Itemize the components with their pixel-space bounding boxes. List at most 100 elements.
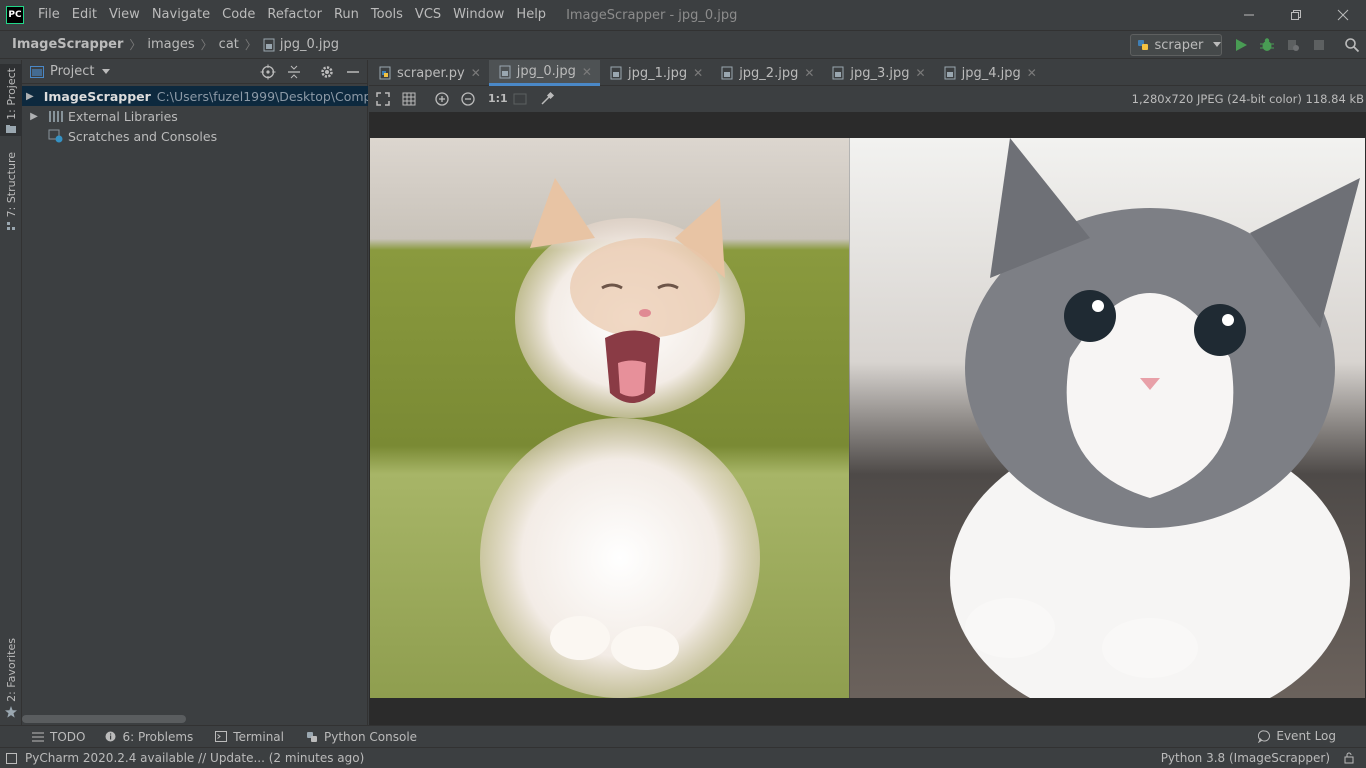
status-message[interactable]: PyCharm 2020.2.4 available // Update... … xyxy=(25,751,364,765)
fit-to-window-icon[interactable] xyxy=(375,91,391,107)
zoom-out-icon[interactable] xyxy=(460,91,476,107)
expand-arrow-icon[interactable]: ▶ xyxy=(26,91,34,102)
menu-tools[interactable]: Tools xyxy=(365,0,409,30)
image-file-icon xyxy=(832,66,844,80)
run-icon[interactable] xyxy=(1233,37,1249,53)
close-window-button[interactable] xyxy=(1320,0,1366,30)
navigation-bar: ImageScrapper 〉 images 〉 cat 〉 jpg_0.jpg… xyxy=(0,30,1366,59)
editor-tab-label: jpg_1.jpg xyxy=(627,65,688,81)
close-tab-icon[interactable]: ✕ xyxy=(471,66,481,80)
color-picker-icon[interactable] xyxy=(539,91,555,107)
project-horizontal-scrollbar[interactable] xyxy=(22,715,186,723)
close-tab-icon[interactable]: ✕ xyxy=(1027,66,1037,80)
menu-run[interactable]: Run xyxy=(328,0,365,30)
python-icon xyxy=(1138,40,1148,50)
chevron-down-icon[interactable] xyxy=(102,68,111,75)
status-toggle-icon[interactable] xyxy=(6,752,17,764)
python-interpreter-selector[interactable]: Python 3.8 (ImageScrapper) xyxy=(1161,751,1330,765)
lock-icon[interactable] xyxy=(1344,752,1356,764)
cat-photo xyxy=(370,138,1365,698)
tree-item-external-libraries[interactable]: ▶ External Libraries xyxy=(22,106,368,126)
gear-icon[interactable] xyxy=(319,64,335,80)
bottom-tool-bar: TODO 6: Problems Terminal Python Console… xyxy=(0,725,1366,747)
menu-navigate[interactable]: Navigate xyxy=(146,0,216,30)
library-icon xyxy=(49,110,63,122)
python-file-icon xyxy=(379,66,391,80)
menu-file[interactable]: File xyxy=(32,0,66,30)
stop-icon[interactable] xyxy=(1311,37,1327,53)
background-toggle-icon[interactable] xyxy=(512,91,528,107)
image-file-icon xyxy=(721,66,733,80)
run-configuration-select[interactable]: scraper xyxy=(1130,34,1222,56)
editor-tab-label: scraper.py xyxy=(397,65,465,81)
close-tab-icon[interactable]: ✕ xyxy=(916,66,926,80)
tool-tab-structure[interactable]: 7: Structure xyxy=(0,152,22,232)
menu-edit[interactable]: Edit xyxy=(66,0,103,30)
todo-label: TODO xyxy=(50,729,86,744)
editor-tab-jpg-0[interactable]: jpg_0.jpg ✕ xyxy=(488,60,600,86)
locate-icon[interactable] xyxy=(260,64,276,80)
menu-code[interactable]: Code xyxy=(216,0,261,30)
tree-item-imagescrapper[interactable]: ▶ ImageScrapper C:\Users\fuzel1999\Deskt… xyxy=(22,86,368,106)
image-file-icon xyxy=(499,65,511,78)
collapse-all-icon[interactable] xyxy=(286,64,302,80)
grid-icon[interactable] xyxy=(401,91,417,107)
editor-tab-jpg-3[interactable]: jpg_3.jpg ✕ xyxy=(822,60,933,86)
editor-tab-jpg-4[interactable]: jpg_4.jpg ✕ xyxy=(934,60,1045,86)
tree-item-scratches[interactable]: Scratches and Consoles xyxy=(22,126,368,146)
breadcrumb-cat[interactable]: cat xyxy=(219,37,239,52)
search-icon[interactable] xyxy=(1344,37,1360,53)
close-tab-icon[interactable]: ✕ xyxy=(804,66,814,80)
run-configuration-label: scraper xyxy=(1154,37,1204,53)
problems-tool-button[interactable]: 6: Problems xyxy=(105,730,193,744)
breadcrumb-project[interactable]: ImageScrapper xyxy=(12,37,123,52)
scratches-icon xyxy=(48,129,63,143)
event-log-label: Event Log xyxy=(1276,729,1336,743)
pycharm-logo-icon: PC xyxy=(6,6,24,24)
left-tool-stripe: 1: Project 7: Structure 2: Favorites xyxy=(0,60,22,746)
status-bar: PyCharm 2020.2.4 available // Update... … xyxy=(0,747,1366,768)
project-panel-header: Project xyxy=(22,60,367,84)
menu-help[interactable]: Help xyxy=(510,0,552,30)
zoom-in-icon[interactable] xyxy=(434,91,450,107)
menu-window[interactable]: Window xyxy=(447,0,510,30)
breadcrumb-file[interactable]: jpg_0.jpg xyxy=(280,37,339,52)
minimize-button[interactable] xyxy=(1226,0,1272,30)
tree-item-label: ImageScrapper xyxy=(43,88,151,104)
breadcrumb-separator-icon: 〉 xyxy=(129,38,142,52)
menu-vcs[interactable]: VCS xyxy=(409,0,447,30)
breadcrumb-separator-icon: 〉 xyxy=(200,38,213,52)
editor-tab-jpg-2[interactable]: jpg_2.jpg ✕ xyxy=(711,60,822,86)
editor-tab-label: jpg_3.jpg xyxy=(850,65,910,81)
editor-tab-label: jpg_0.jpg xyxy=(516,64,576,79)
tree-item-label: External Libraries xyxy=(68,108,178,124)
breadcrumb-images[interactable]: images xyxy=(147,37,194,52)
python-console-tool-button[interactable]: Python Console xyxy=(306,730,417,744)
menu-refactor[interactable]: Refactor xyxy=(261,0,328,30)
terminal-icon xyxy=(215,731,228,742)
actual-size-button[interactable]: 1:1 xyxy=(488,92,508,105)
project-path: C:\Users\fuzel1999\Desktop\CompleteD xyxy=(156,88,368,104)
editor-tab-scraper-py[interactable]: scraper.py ✕ xyxy=(369,60,489,86)
terminal-tool-button[interactable]: Terminal xyxy=(215,730,284,744)
hide-panel-icon[interactable] xyxy=(346,64,360,80)
tool-tab-project[interactable]: 1: Project xyxy=(0,64,22,136)
restore-button[interactable] xyxy=(1273,0,1319,30)
tool-tab-favorites[interactable]: 2: Favorites xyxy=(0,638,22,718)
tree-item-label: Scratches and Consoles xyxy=(68,128,218,144)
editor-tab-label: jpg_4.jpg xyxy=(961,65,1021,81)
todo-tool-button[interactable]: TODO xyxy=(32,730,85,744)
close-tab-icon[interactable]: ✕ xyxy=(582,65,592,79)
tool-tab-project-label: 1: Project xyxy=(4,68,18,120)
problems-label: 6: Problems xyxy=(122,729,194,744)
event-log-tool-button[interactable]: Event Log xyxy=(1258,729,1336,743)
expand-arrow-icon[interactable]: ▶ xyxy=(26,111,42,122)
image-file-icon xyxy=(610,66,622,80)
coverage-icon[interactable] xyxy=(1285,37,1301,53)
menu-view[interactable]: View xyxy=(103,0,146,30)
editor-tab-bar: scraper.py ✕ jpg_0.jpg ✕ jpg_1.jpg ✕ jpg… xyxy=(369,60,1366,86)
debug-icon[interactable] xyxy=(1259,37,1275,53)
image-info: 1,280x720 JPEG (24-bit color) 118.84 kB xyxy=(1131,92,1364,106)
close-tab-icon[interactable]: ✕ xyxy=(693,66,703,80)
editor-tab-jpg-1[interactable]: jpg_1.jpg ✕ xyxy=(600,60,711,86)
